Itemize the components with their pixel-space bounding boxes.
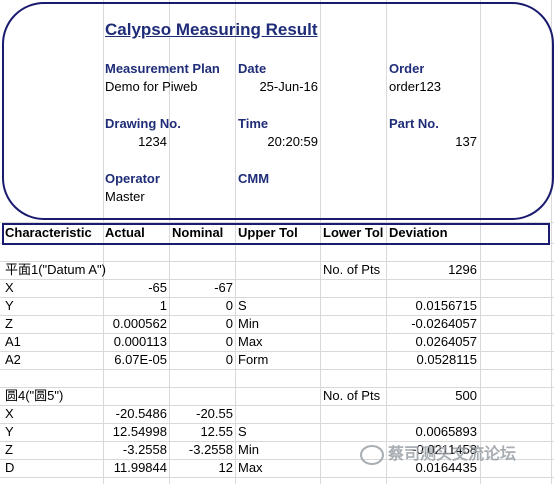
col-deviation: Deviation (389, 225, 448, 240)
table-row-deviation[interactable]: -0.0264057 (389, 315, 477, 333)
table-row-nominal[interactable]: 12 (169, 459, 233, 477)
group1-pts-label[interactable]: No. of Pts (323, 261, 380, 279)
part-no-label: Part No. (389, 116, 439, 131)
table-row-actual[interactable]: 12.54998 (103, 423, 167, 441)
table-row-actual[interactable]: -65 (103, 279, 167, 297)
table-row-actual[interactable]: 0.000113 (103, 333, 167, 351)
table-row-actual[interactable]: 11.99844 (103, 459, 167, 477)
wechat-icon (360, 444, 384, 465)
table-row-nominal[interactable]: -67 (169, 279, 233, 297)
table-row-characteristic[interactable]: D (5, 459, 14, 477)
table-row-deviation[interactable]: 0.0528115 (389, 351, 478, 369)
group1-name[interactable]: 平面1("Datum A") (5, 261, 106, 279)
col-lower-tol: Lower Tol (323, 225, 384, 240)
drawing-no-value[interactable]: 1234 (105, 133, 167, 151)
group2-pts-label[interactable]: No. of Pts (323, 387, 380, 405)
report-title: Calypso Measuring Result (105, 20, 318, 39)
group1-pts-value[interactable]: 1296 (389, 261, 477, 279)
table-row-characteristic[interactable]: Y (5, 297, 14, 315)
time-label: Time (238, 116, 269, 131)
operator-label: Operator (105, 171, 160, 186)
date-value[interactable]: 25-Jun-16 (238, 78, 318, 96)
table-row-nominal[interactable]: -3.2558 (169, 441, 233, 459)
col-characteristic: Characteristic (5, 225, 92, 240)
order-label: Order (389, 61, 425, 76)
table-row-actual[interactable]: 6.07E-05 (103, 351, 167, 369)
table-row-stat[interactable]: S (238, 423, 247, 441)
table-row-stat[interactable]: Max (238, 333, 263, 351)
table-row-characteristic[interactable]: A2 (5, 351, 21, 369)
measurement-plan-label: Measurement Plan (105, 61, 220, 76)
table-row-characteristic[interactable]: Z (5, 315, 13, 333)
table-row-characteristic[interactable]: Z (5, 441, 13, 459)
watermark: 蔡司测头交流论坛 (360, 440, 516, 465)
col-nominal: Nominal (172, 225, 224, 240)
table-row-actual[interactable]: -3.2558 (103, 441, 167, 459)
table-row-actual[interactable]: 0.000562 (103, 315, 167, 333)
table-row-stat[interactable]: Form (238, 351, 268, 369)
table-row-actual[interactable]: 1 (103, 297, 167, 315)
table-row-characteristic[interactable]: Y (5, 423, 14, 441)
col-upper-tol: Upper Tol (238, 225, 298, 240)
table-row-deviation[interactable]: 0.0264057 (389, 333, 477, 351)
table-row-characteristic[interactable]: X (5, 405, 14, 423)
cmm-label: CMM (238, 171, 270, 186)
group2-name[interactable]: 圆4("圆5") (5, 387, 63, 405)
table-row-stat[interactable]: Min (238, 315, 259, 333)
table-row-stat[interactable]: Min (238, 441, 259, 459)
date-label: Date (238, 61, 267, 76)
order-value[interactable]: order123 (389, 78, 441, 96)
drawing-no-label: Drawing No. (105, 116, 181, 131)
table-row-characteristic[interactable]: A1 (5, 333, 21, 351)
table-row-nominal[interactable]: 0 (169, 297, 233, 315)
table-row-deviation[interactable]: 0.0065893 (389, 423, 477, 441)
table-row-stat[interactable]: S (238, 297, 247, 315)
table-row-nominal[interactable]: 0 (169, 315, 233, 333)
table-row-characteristic[interactable]: X (5, 279, 14, 297)
time-value[interactable]: 20:20:59 (238, 133, 318, 151)
group2-pts-value[interactable]: 500 (389, 387, 477, 405)
table-row-nominal[interactable]: 12.55 (169, 423, 233, 441)
operator-value[interactable]: Master (105, 188, 145, 206)
measurement-plan-value[interactable]: Demo for Piweb (105, 78, 197, 96)
watermark-text: 蔡司测头交流论坛 (388, 446, 517, 463)
table-row-actual[interactable]: -20.5486 (103, 405, 167, 423)
part-no-value[interactable]: 137 (389, 133, 477, 151)
table-row-nominal[interactable]: -20.55 (169, 405, 233, 423)
col-actual: Actual (105, 225, 145, 240)
table-row-deviation[interactable]: 0.0156715 (389, 297, 477, 315)
table-row-nominal[interactable]: 0 (169, 351, 233, 369)
table-row-nominal[interactable]: 0 (169, 333, 233, 351)
table-row-stat[interactable]: Max (238, 459, 263, 477)
